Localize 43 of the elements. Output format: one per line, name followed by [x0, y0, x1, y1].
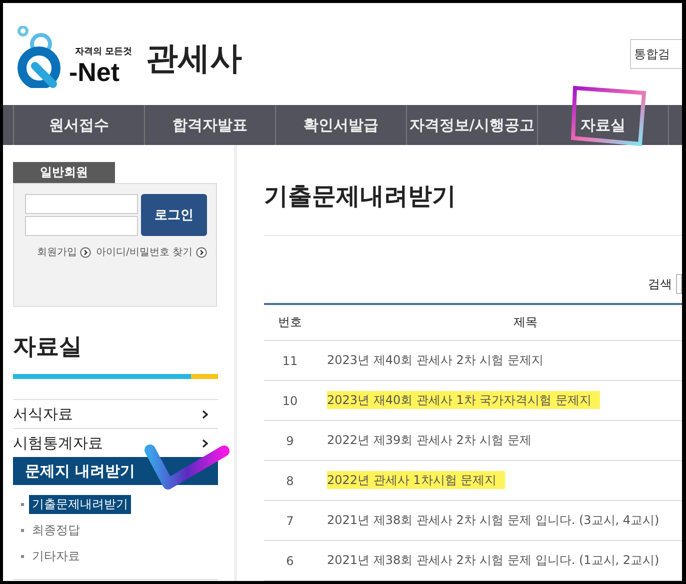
page-title: 기출문제내려받기: [264, 180, 682, 236]
login-link[interactable]: 아이디/비밀번호 찾기: [96, 245, 193, 259]
password-field[interactable]: [25, 216, 138, 236]
nav-tab[interactable]: 합격자발표: [145, 105, 276, 145]
submenu-item[interactable]: 기출문제내려받기: [29, 494, 131, 514]
post-title-link[interactable]: 2021년 제38회 관세사 2차 시험 문제 입니다. (3교시, 4교시): [327, 513, 660, 527]
post-title-link[interactable]: 2022년 관세사 1차시험 문제지: [327, 471, 505, 489]
bullet-icon: [21, 554, 24, 558]
menu-item[interactable]: 서식자료: [13, 399, 218, 428]
post-title-link[interactable]: 2023년 제40회 관세사 2차 시험 문제지: [327, 353, 544, 367]
submenu-item[interactable]: 기타자료: [29, 546, 83, 566]
search-label: 검색: [648, 276, 672, 292]
logo-name: -Net: [69, 58, 121, 86]
search-field[interactable]: 통합검: [630, 39, 682, 69]
nav-tab[interactable]: 원서접수: [14, 105, 145, 145]
submenu-item[interactable]: 최종정답: [29, 520, 83, 540]
row-number: 10: [282, 394, 298, 408]
login-link[interactable]: 회원가입: [37, 245, 77, 259]
nav-tab[interactable]: 자격정보/시행공고: [407, 105, 538, 145]
bullet-icon: [21, 502, 24, 506]
chevron-right-icon: [202, 438, 208, 448]
section-title: 자료실: [13, 333, 83, 362]
row-number: 7: [286, 514, 294, 528]
search-field[interactable]: [676, 274, 682, 294]
row-number: 8: [286, 474, 294, 488]
login-button[interactable]: 로그인: [141, 194, 207, 236]
logo-tagline: 자격의 모든것: [75, 47, 132, 58]
id-field[interactable]: [25, 194, 138, 214]
row-number: 9: [286, 434, 294, 448]
site-title: 관세사: [146, 38, 242, 79]
column-header: 번호: [264, 304, 316, 340]
post-title-link[interactable]: 2021년 제38회 관세사 2차 시험 문제 입니다. (1교시, 2교시): [327, 553, 660, 567]
arrow-circle-icon: [196, 246, 207, 258]
row-number: 6: [286, 554, 294, 568]
nav-tab[interactable]: 자료실: [538, 105, 669, 145]
row-number: 11: [282, 354, 298, 368]
arrow-circle-icon: [80, 246, 91, 258]
post-title-link[interactable]: 2022년 제39회 관세사 2차 시험 문제: [327, 433, 532, 447]
bullet-icon: [21, 528, 24, 532]
column-header: 제목: [316, 304, 682, 340]
chevron-right-icon: [202, 410, 208, 418]
post-title-link[interactable]: 2023년 재40회 관세사 1차 국가자격시험 문제지: [327, 391, 600, 409]
nav-tab[interactable]: 확인서발급: [276, 105, 407, 145]
